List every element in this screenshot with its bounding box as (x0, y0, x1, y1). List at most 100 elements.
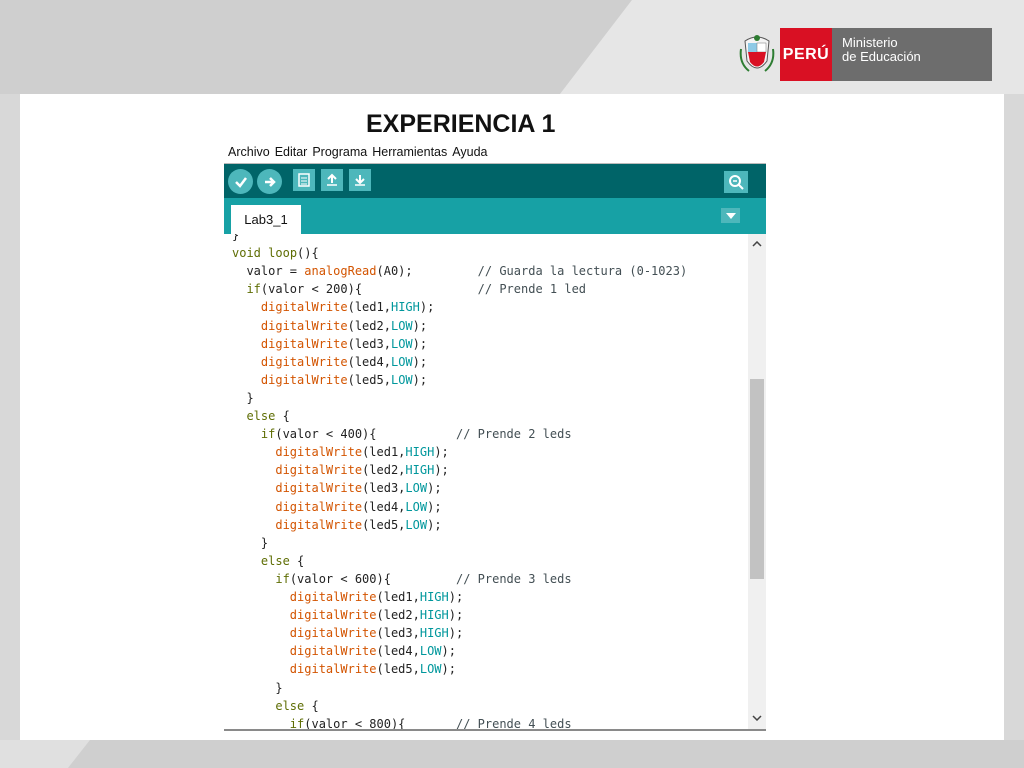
code-token: ); (427, 499, 442, 514)
code-token: digitalWrite (289, 590, 377, 604)
editor-bottom-border (224, 729, 766, 731)
code-line: digitalWrite(led2,HIGH); (232, 606, 463, 624)
code-token: (led1, (362, 445, 406, 460)
code-line: else { (232, 697, 318, 715)
code-token: { (289, 553, 305, 568)
code-token: ); (412, 336, 428, 351)
code-token: // Prende 1 led (477, 282, 587, 297)
slide-title: EXPERIENCIA 1 (366, 110, 556, 138)
ministry-line-1: Ministerio (842, 35, 898, 50)
code-token: (led5, (347, 372, 391, 387)
code-token: ); (434, 445, 449, 460)
code-token: (led5, (376, 662, 420, 677)
save-arrow-down-icon (355, 175, 365, 186)
code-token: LOW (390, 372, 413, 387)
code-token: (led3, (362, 481, 406, 496)
menu-herramientas[interactable]: Herramientas (372, 145, 447, 159)
code-token: (led2, (347, 318, 391, 333)
code-line: digitalWrite(led1,HIGH); (232, 298, 434, 316)
code-token: // Prende 2 leds (455, 427, 572, 442)
code-token: (led1, (376, 590, 420, 604)
code-token: (){ (297, 246, 319, 261)
code-token: valor = (232, 264, 305, 279)
new-sketch-button[interactable] (293, 169, 315, 191)
code-line: } (232, 679, 283, 697)
magnifier-icon (729, 175, 744, 190)
menu-archivo[interactable]: Archivo (228, 145, 270, 159)
menu-bar: Archivo Editar Programa Herramientas Ayu… (224, 141, 766, 163)
menu-editar[interactable]: Editar (275, 145, 308, 159)
tab-lab3-1[interactable]: Lab3_1 (231, 205, 301, 234)
code-token: ); (448, 608, 464, 623)
code-line: } (232, 389, 254, 407)
code-editor[interactable]: } void loop(){ valor = analogRead(A0); //… (224, 234, 748, 729)
serial-monitor-button[interactable] (724, 171, 748, 193)
code-token: digitalWrite (260, 336, 348, 351)
code-line: digitalWrite(led5,LOW); (232, 371, 427, 389)
code-line: digitalWrite(led4,LOW); (232, 642, 456, 660)
code-token: else (246, 409, 276, 423)
chevron-down-icon (725, 212, 736, 219)
code-token: } (232, 234, 240, 242)
tab-menu-button[interactable] (721, 208, 740, 223)
code-token: ); (412, 372, 428, 387)
chevron-down-icon (752, 715, 762, 721)
code-token: LOW (405, 481, 428, 496)
code-token: (valor < 800){ (304, 716, 456, 729)
open-sketch-button[interactable] (321, 169, 343, 191)
code-token: } (232, 680, 283, 695)
code-line: if(valor < 600){ // Prende 3 leds (232, 570, 571, 588)
code-token: digitalWrite (260, 300, 348, 315)
code-token: ); (412, 318, 428, 333)
code-token: void (232, 246, 261, 261)
code-line: digitalWrite(led1,HIGH); (232, 588, 463, 606)
code-token: (led2, (362, 463, 406, 478)
verify-button[interactable] (228, 169, 253, 194)
code-token: LOW (419, 662, 442, 677)
slide-footer-band (68, 740, 1024, 768)
code-token: if (246, 282, 261, 297)
scroll-down-arrow[interactable] (748, 710, 766, 726)
chevron-up-icon (752, 241, 762, 247)
menu-programa[interactable]: Programa (312, 145, 367, 159)
peru-badge: PERÚ (780, 28, 832, 81)
open-arrow-up-icon (327, 173, 337, 186)
code-token: else (275, 698, 305, 713)
code-token: ); (427, 517, 442, 532)
code-line: digitalWrite(led2,HIGH); (232, 461, 448, 479)
scrollbar-thumb[interactable] (750, 379, 764, 579)
code-token: (led3, (347, 336, 391, 351)
code-token: digitalWrite (260, 318, 348, 333)
upload-button[interactable] (257, 169, 282, 194)
scroll-up-arrow[interactable] (748, 236, 766, 252)
code-token: if (260, 427, 276, 442)
code-token: digitalWrite (289, 644, 377, 659)
code-token: (valor < 600){ (289, 571, 456, 586)
code-line: if(valor < 800){ // Prende 4 leds (232, 715, 572, 729)
ministry-logo: PERÚ Ministerio de Educación (734, 28, 992, 81)
code-token: else (260, 553, 290, 568)
code-token: digitalWrite (260, 354, 348, 369)
code-token: digitalWrite (275, 499, 363, 514)
vertical-scrollbar[interactable] (748, 234, 766, 729)
tab-bar: Lab3_1 (224, 198, 766, 234)
code-token: LOW (390, 318, 413, 333)
menu-ayuda[interactable]: Ayuda (452, 145, 487, 159)
code-token: HIGH (405, 463, 435, 478)
save-sketch-button[interactable] (349, 169, 371, 191)
code-line: else { (232, 407, 289, 425)
code-token: LOW (390, 354, 413, 369)
code-token: ); (441, 644, 456, 659)
code-line: } (232, 534, 268, 552)
code-token: } (232, 390, 254, 405)
code-token: HIGH (419, 608, 449, 623)
